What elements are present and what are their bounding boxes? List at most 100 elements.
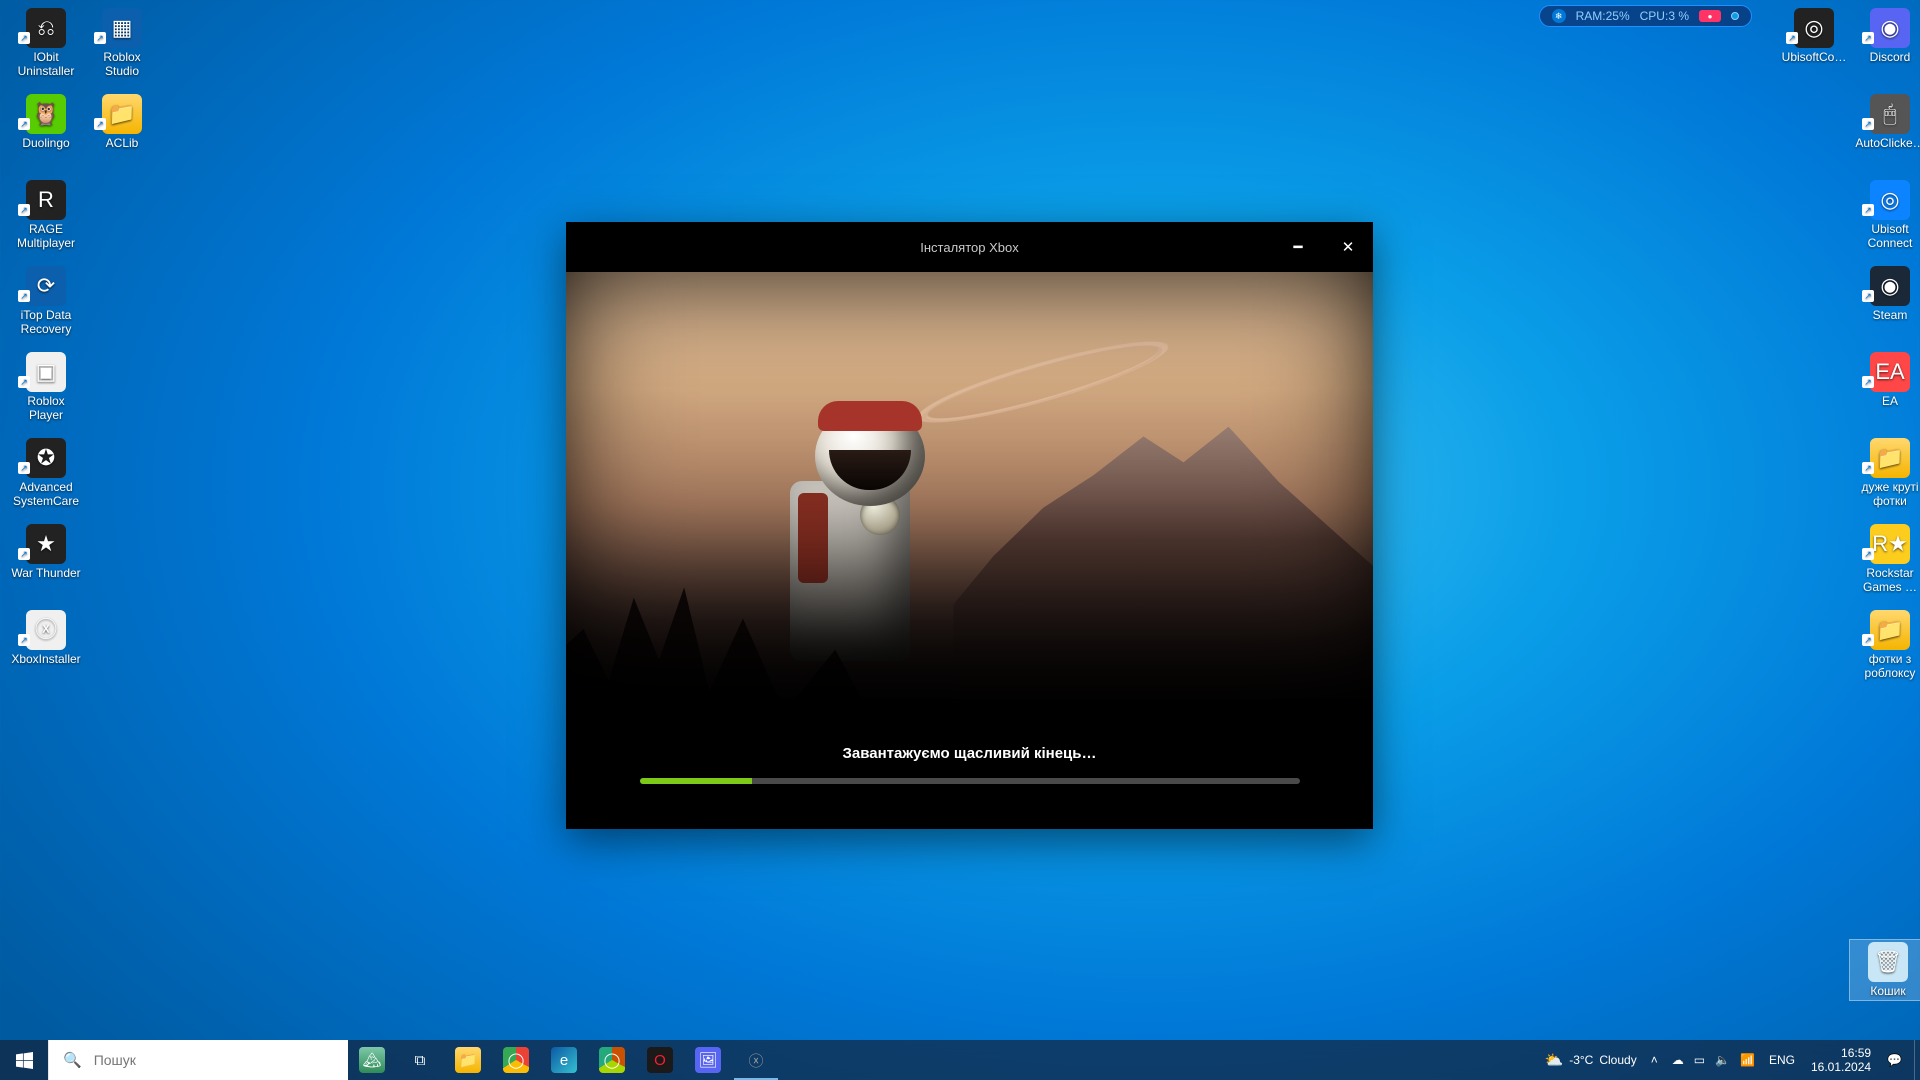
weather-icon: ⛅ <box>1545 1051 1564 1069</box>
autoclicker-icon: 🖱 <box>1870 94 1910 134</box>
desktop-icon-ubisoft-connect-alt[interactable]: ◎↗UbisoftCo… <box>1776 6 1852 66</box>
desktop-icon-autoclicker[interactable]: 🖱↗ AutoClicke… <box>1852 92 1920 152</box>
xbox-app-icon: ⓧ <box>743 1047 769 1073</box>
desktop-icon-roblox-player[interactable]: ▣↗Roblox Player <box>8 350 84 424</box>
search-input[interactable] <box>94 1052 334 1068</box>
xbox-installer-label: XboxInstaller <box>11 652 80 666</box>
taskbar[interactable]: 🔍 🏔 ⧉ 📁 ◯ e ◯ O 🖼 ⓧ ⛅ -3°C Cloudy ˄ ☁︎ ▭ 🔈 📶 ENG 1… <box>0 1040 1920 1080</box>
photos-folder-label: дуже круті фотки <box>1854 480 1920 508</box>
tray-icon-2[interactable]: 🔈 <box>1715 1053 1730 1067</box>
taskbar-opera[interactable]: O <box>636 1040 684 1080</box>
recycle-bin[interactable]: 🗑 Кошик <box>1850 940 1920 1000</box>
roblox-photos-label: фотки з роблоксу <box>1854 652 1920 680</box>
desktop-icon-rockstar-games[interactable]: R★↗Rockstar Games … <box>1852 522 1920 596</box>
shortcut-arrow-icon: ↗ <box>1862 290 1874 302</box>
chrome-icon: ◯ <box>503 1047 529 1073</box>
start-button[interactable] <box>0 1040 48 1080</box>
tray-chevron[interactable]: ˄ <box>1645 1040 1664 1080</box>
itop-data-recovery-label: iTop Data Recovery <box>10 308 82 336</box>
shortcut-arrow-icon: ↗ <box>1786 32 1798 44</box>
desktop-icon-duolingo[interactable]: 🦉↗Duolingo <box>8 92 84 152</box>
desktop-icon-war-thunder[interactable]: ★↗War Thunder <box>8 522 84 582</box>
roblox-studio-icon: ▦ <box>102 8 142 48</box>
edge-icon: e <box>551 1047 577 1073</box>
minimize-button[interactable]: ━ <box>1273 222 1323 272</box>
tray-icon-1[interactable]: ▭ <box>1694 1053 1705 1067</box>
taskbar-edge[interactable]: e <box>540 1040 588 1080</box>
war-thunder-icon: ★ <box>26 524 66 564</box>
desktop-icon-advanced-systemcare[interactable]: ✪↗Advanced SystemCare <box>8 436 84 510</box>
desktop-icon-aclib[interactable]: 📁↗ACLib <box>84 92 160 152</box>
clock-time: 16:59 <box>1841 1046 1871 1060</box>
desktop-icon-ubisoft-connect[interactable]: ◎↗Ubisoft Connect <box>1852 178 1920 252</box>
desktop-icon-roblox-studio[interactable]: ▦↗ Roblox Studio <box>84 6 160 80</box>
autoclicker-label: AutoClicke… <box>1855 136 1920 150</box>
installer-progress-area: Завантажуємо щасливий кінець… <box>566 699 1373 829</box>
shortcut-arrow-icon: ↗ <box>94 118 106 130</box>
tray-icon-0[interactable]: ☁︎ <box>1672 1053 1684 1067</box>
duolingo-icon: 🦉 <box>26 94 66 134</box>
desktop-icon-photos-folder[interactable]: 📁↗дуже круті фотки <box>1852 436 1920 510</box>
installer-hero-image <box>566 272 1373 734</box>
install-status-text: Завантажуємо щасливий кінець… <box>843 745 1097 762</box>
weather-temp: -3°C <box>1569 1053 1593 1067</box>
shortcut-arrow-icon: ↗ <box>18 32 30 44</box>
show-desktop[interactable] <box>1914 1040 1920 1080</box>
aclib-label: ACLib <box>106 136 139 150</box>
action-center[interactable]: 💬 <box>1881 1040 1908 1080</box>
desktop-icon-roblox-photos[interactable]: 📁↗фотки з роблоксу <box>1852 608 1920 682</box>
desktop-icon-itop-data-recovery[interactable]: ⟳↗iTop Data Recovery <box>8 264 84 338</box>
search-icon: 🔍 <box>63 1051 82 1069</box>
taskbar-chrome[interactable]: ◯ <box>492 1040 540 1080</box>
roblox-studio-label: Roblox Studio <box>86 50 158 78</box>
shortcut-arrow-icon: ↗ <box>1862 204 1874 216</box>
progress-bar <box>640 778 1300 784</box>
taskbar-task-view[interactable]: ⧉ <box>396 1040 444 1080</box>
roblox-player-icon: ▣ <box>26 352 66 392</box>
desktop-icon-xbox-installer[interactable]: ⓧ↗XboxInstaller <box>8 608 84 668</box>
shortcut-arrow-icon: ↗ <box>1862 118 1874 130</box>
chrome-canary-icon: ◯ <box>599 1047 625 1073</box>
roblox-photos-icon: 📁 <box>1870 610 1910 650</box>
taskbar-chrome-canary[interactable]: ◯ <box>588 1040 636 1080</box>
photo-widget[interactable]: 🏔 <box>348 1040 396 1080</box>
window-title: Інсталятор Xbox <box>920 240 1018 255</box>
clock[interactable]: 16:59 16.01.2024 <box>1803 1046 1879 1074</box>
shortcut-arrow-icon: ↗ <box>18 118 30 130</box>
desktop-icon-steam[interactable]: ◉↗Steam <box>1852 264 1920 324</box>
shortcut-arrow-icon: ↗ <box>18 376 30 388</box>
xbox-installer-window[interactable]: Інсталятор Xbox ━ ✕ Завантажуємо щасливи… <box>566 222 1373 829</box>
desktop-icon-discord[interactable]: ◉↗Discord <box>1852 6 1920 66</box>
taskbar-xbox-app[interactable]: ⓧ <box>732 1040 780 1080</box>
tray-icons-group[interactable]: ☁︎ ▭ 🔈 📶 <box>1666 1040 1761 1080</box>
discord-icon: ◉ <box>1870 8 1910 48</box>
system-tray[interactable]: ⛅ -3°C Cloudy ˄ ☁︎ ▭ 🔈 📶 ENG 16:59 16.01.20… <box>1533 1040 1914 1080</box>
rage-multiplayer-icon: R <box>26 180 66 220</box>
input-lang[interactable]: ENG <box>1763 1040 1801 1080</box>
weather-widget[interactable]: ⛅ -3°C Cloudy <box>1539 1040 1643 1080</box>
titlebar[interactable]: Інсталятор Xbox ━ ✕ <box>566 222 1373 272</box>
desktop-icon-iobit-uninstaller[interactable]: ⎌↗IObit Uninstaller <box>8 6 84 80</box>
ea-icon: EA <box>1870 352 1910 392</box>
desktop-icon-rage-multiplayer[interactable]: R↗ RAGE Multiplayer <box>8 178 84 252</box>
shortcut-arrow-icon: ↗ <box>1862 32 1874 44</box>
shortcut-arrow-icon: ↗ <box>18 204 30 216</box>
xbox-installer-icon: ⓧ <box>26 610 66 650</box>
desktop-icon-ea[interactable]: EA↗EA <box>1852 350 1920 410</box>
close-button[interactable]: ✕ <box>1323 222 1373 272</box>
rage-multiplayer-label: RAGE Multiplayer <box>10 222 82 250</box>
tray-icon-3[interactable]: 📶 <box>1740 1053 1755 1067</box>
search-box[interactable]: 🔍 <box>48 1040 348 1080</box>
iobit-uninstaller-icon: ⎌ <box>26 8 66 48</box>
taskbar-file-explorer[interactable]: 📁 <box>444 1040 492 1080</box>
shortcut-arrow-icon: ↗ <box>1862 376 1874 388</box>
shortcut-arrow-icon: ↗ <box>1862 462 1874 474</box>
task-view-icon: ⧉ <box>407 1047 433 1073</box>
shortcut-arrow-icon: ↗ <box>94 32 106 44</box>
opera-icon: O <box>647 1047 673 1073</box>
rockstar-games-icon: R★ <box>1870 524 1910 564</box>
windows-icon <box>16 1052 33 1069</box>
steam-icon: ◉ <box>1870 266 1910 306</box>
recycle-bin-icon: 🗑 <box>1868 942 1908 982</box>
taskbar-photo-app[interactable]: 🖼 <box>684 1040 732 1080</box>
